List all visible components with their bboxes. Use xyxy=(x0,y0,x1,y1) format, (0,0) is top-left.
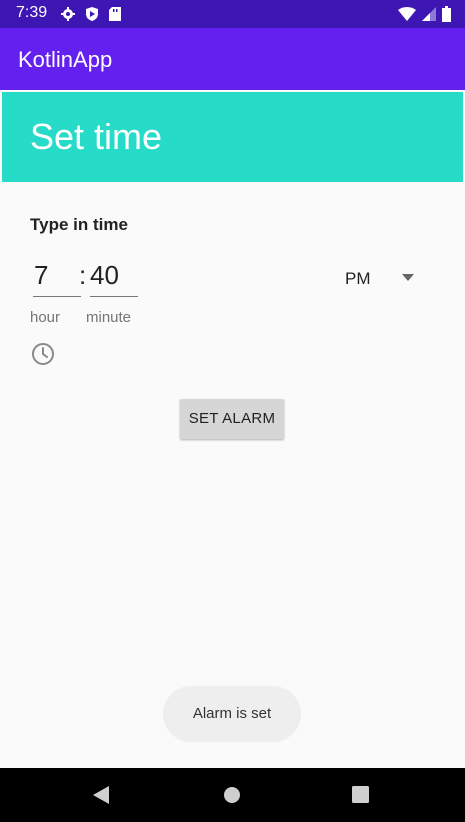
time-separator: : xyxy=(79,260,87,290)
nav-home-button[interactable] xyxy=(223,786,241,809)
clock-toggle-button[interactable] xyxy=(31,342,55,371)
type-in-time-label: Type in time xyxy=(30,215,128,234)
wifi-icon xyxy=(398,7,416,21)
set-alarm-button[interactable]: SET ALARM xyxy=(180,399,284,439)
battery-icon xyxy=(442,6,451,22)
status-time: 7:39 xyxy=(16,4,48,21)
back-icon xyxy=(93,786,109,804)
toast-message: Alarm is set xyxy=(163,686,301,742)
ampm-value: PM xyxy=(345,269,371,288)
status-icons-left xyxy=(60,6,122,22)
status-bar: 7:39 xyxy=(0,0,465,28)
app-bar: KotlinApp xyxy=(0,28,465,90)
clock-icon xyxy=(32,343,54,365)
gear-icon xyxy=(61,7,75,21)
navigation-bar xyxy=(0,768,465,822)
minute-input[interactable]: 40 xyxy=(90,260,138,297)
shield-icon xyxy=(86,7,98,21)
hour-value: 7 xyxy=(34,260,49,290)
dropdown-arrow-icon xyxy=(402,274,414,281)
header-banner: Set time xyxy=(2,92,463,182)
app-title: KotlinApp xyxy=(18,47,113,72)
recents-icon xyxy=(352,786,369,803)
minute-value: 40 xyxy=(90,260,119,290)
page-title: Set time xyxy=(30,116,163,157)
nav-recents-button[interactable] xyxy=(352,786,369,808)
home-icon xyxy=(224,787,240,803)
nav-back-button[interactable] xyxy=(92,785,110,810)
hour-label: hour xyxy=(30,309,61,326)
cell-signal-icon xyxy=(422,7,436,21)
hour-input[interactable]: 7 xyxy=(33,260,81,297)
minute-label: minute xyxy=(86,309,132,326)
sd-card-icon xyxy=(109,7,121,21)
status-icons-right xyxy=(398,6,451,22)
ampm-dropdown[interactable]: PM xyxy=(345,269,425,295)
